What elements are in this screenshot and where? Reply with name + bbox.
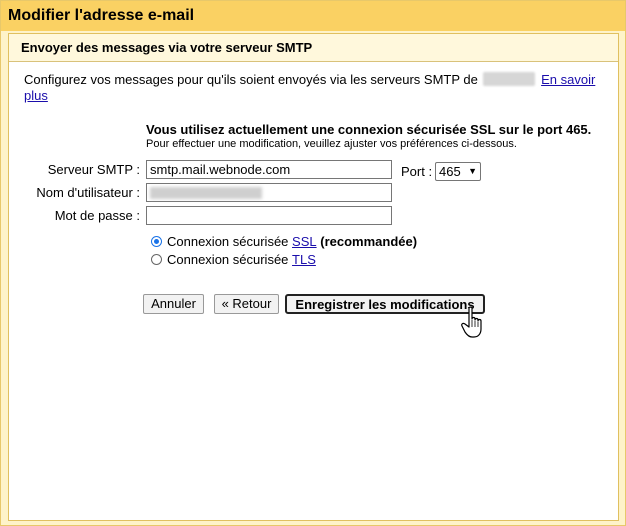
ssl-radio[interactable] xyxy=(151,236,162,247)
password-label: Mot de passe : xyxy=(54,208,140,223)
tls-radio[interactable] xyxy=(151,254,162,265)
smtp-server-label: Serveur SMTP : xyxy=(47,162,140,177)
description-text: Configurez vos messages pour qu'ils soie… xyxy=(24,72,478,87)
notice-sub: Pour effectuer une modification, veuille… xyxy=(146,138,517,150)
section-header: Envoyer des messages via votre serveur S… xyxy=(9,34,618,62)
section-title: Envoyer des messages via votre serveur S… xyxy=(21,40,313,55)
cancel-button[interactable]: Annuler xyxy=(143,294,204,314)
username-input[interactable] xyxy=(146,183,392,202)
ssl-recommended: (recommandée) xyxy=(320,234,418,249)
edit-email-dialog: Modifier l'adresse e-mail Envoyer des me… xyxy=(0,0,626,526)
back-button[interactable]: « Retour xyxy=(214,294,279,314)
smtp-panel: Envoyer des messages via votre serveur S… xyxy=(8,33,619,521)
redacted-username xyxy=(150,187,262,199)
redacted-domain xyxy=(483,72,536,86)
tls-option[interactable]: Connexion sécurisée TLS xyxy=(151,252,316,267)
ssl-prefix: Connexion sécurisée xyxy=(167,234,289,249)
password-input[interactable] xyxy=(146,206,392,225)
tls-prefix: Connexion sécurisée xyxy=(167,252,289,267)
dialog-titlebar: Modifier l'adresse e-mail xyxy=(1,1,625,31)
ssl-option[interactable]: Connexion sécurisée SSL (recommandée) xyxy=(151,234,417,249)
port-label: Port : xyxy=(401,164,433,179)
save-button[interactable]: Enregistrer les modifications xyxy=(285,294,485,314)
username-label: Nom d'utilisateur : xyxy=(36,185,140,200)
port-value: 465 xyxy=(439,164,461,179)
tls-link[interactable]: TLS xyxy=(292,252,316,267)
smtp-server-input[interactable]: smtp.mail.webnode.com xyxy=(146,160,392,179)
port-select[interactable]: 465 ▼ xyxy=(435,162,481,181)
dialog-title: Modifier l'adresse e-mail xyxy=(8,7,195,24)
notice-headline: Vous utilisez actuellement une connexion… xyxy=(146,122,592,137)
ssl-notice: Vous utilisez actuellement une connexion… xyxy=(146,122,591,150)
hand-pointer-icon xyxy=(461,306,482,338)
chevron-down-icon: ▼ xyxy=(468,166,477,176)
ssl-link[interactable]: SSL xyxy=(292,234,317,249)
smtp-description: Configurez vos messages pour qu'ils soie… xyxy=(24,72,604,104)
